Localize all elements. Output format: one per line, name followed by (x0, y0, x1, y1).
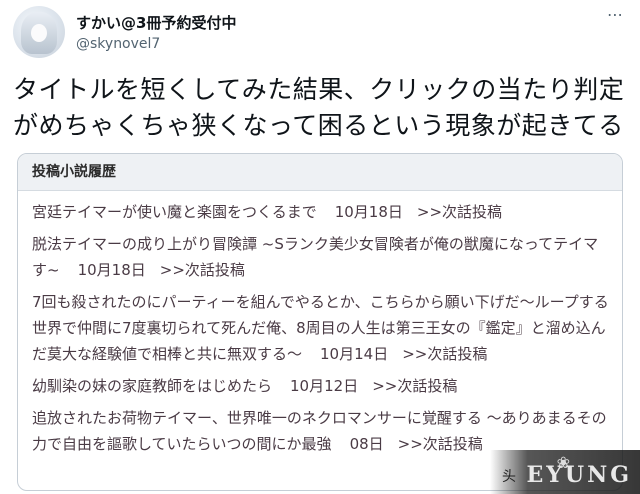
novel-title-link[interactable]: 宮廷テイマーが使い魔と楽園をつくるまで (32, 203, 317, 221)
avatar[interactable] (13, 6, 65, 58)
watermark-prefix: 头 (502, 469, 516, 485)
list-item: 宮廷テイマーが使い魔と楽園をつくるまで 10月18日 >>次話投稿 (32, 199, 610, 225)
novel-title-link[interactable]: 幼馴染の妹の家庭教師をはじめたら (32, 377, 272, 395)
user-handle[interactable]: @skynovel7 (76, 36, 160, 52)
novel-title-link[interactable]: 追放されたお荷物テイマー、世界唯一のネクロマンサーに覚醒する ～ありあまるその力… (32, 409, 607, 453)
entry-date: 10月18日 (334, 203, 403, 221)
avatar-face (31, 24, 47, 42)
more-dots-icon[interactable]: ⋯ (604, 4, 626, 26)
watermark: 头 ❀ EYUNG (490, 450, 640, 494)
list-item: 7回も殺されたのにパーティーを組んでやるとか、こちらから願い下げだ～ループする世… (32, 289, 610, 367)
entry-date: 10月12日 (290, 377, 359, 395)
next-chapter-link[interactable]: >>次話投稿 (372, 377, 457, 395)
list-item: 幼馴染の妹の家庭教師をはじめたら 10月12日 >>次話投稿 (32, 373, 610, 399)
tweet-text: タイトルを短くしてみた結果、クリックの当たり判定がめちゃくちゃ狭くなって困るとい… (13, 75, 625, 140)
next-chapter-link[interactable]: >>次話投稿 (402, 345, 487, 363)
entry-date: 10月14日 (320, 345, 389, 363)
novel-history-panel: 投稿小説履歴 宮廷テイマーが使い魔と楽園をつくるまで 10月18日 >>次話投稿 脱… (17, 153, 623, 491)
panel-header: 投稿小説履歴 (18, 154, 622, 191)
entry-date: 10月18日 (77, 261, 146, 279)
entry-list: 宮廷テイマーが使い魔と楽園をつくるまで 10月18日 >>次話投稿 脱法テイマーの成… (18, 191, 622, 457)
watermark-text: EYUNG (526, 462, 632, 488)
list-item: 脱法テイマーの成り上がり冒険譚 ~Sランク美少女冒険者が俺の獣魔になってテイマす… (32, 231, 610, 283)
next-chapter-link[interactable]: >>次話投稿 (160, 261, 245, 279)
entry-date: 08日 (349, 435, 384, 453)
display-name[interactable]: すかい@3冊予約受付中 (76, 12, 236, 33)
next-chapter-link[interactable]: >>次話投稿 (398, 435, 483, 453)
next-chapter-link[interactable]: >>次話投稿 (417, 203, 502, 221)
